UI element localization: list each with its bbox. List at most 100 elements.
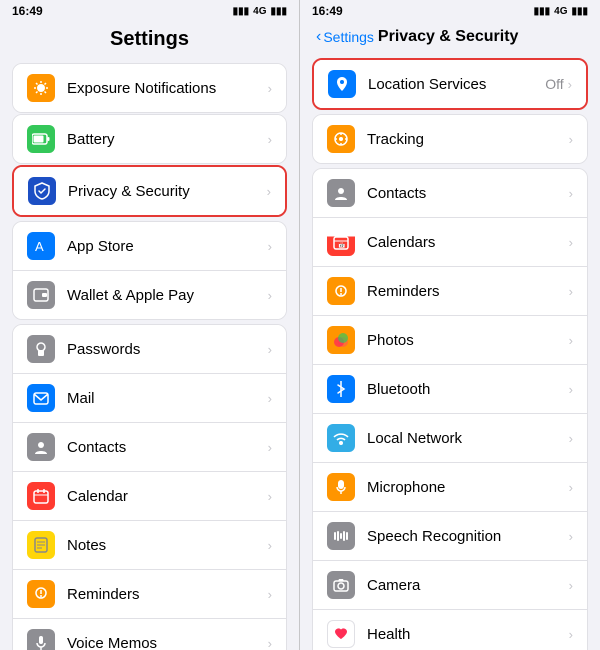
back-button[interactable]: ‹ Settings <box>316 28 374 46</box>
speech-icon <box>327 522 355 550</box>
health-chevron: › <box>569 627 573 642</box>
notes-chevron: › <box>268 538 272 553</box>
list-item-privacy[interactable]: Privacy & Security › <box>14 167 285 215</box>
location-icon <box>328 70 356 98</box>
list-item-contacts[interactable]: Contacts › <box>13 423 286 472</box>
reminders-r-chevron: › <box>569 284 573 299</box>
notes-label: Notes <box>67 537 268 554</box>
appstore-icon: A <box>27 232 55 260</box>
battery-label: Battery <box>67 131 268 148</box>
list-item-calendars[interactable]: 📅 Calendars › <box>313 218 587 267</box>
passwords-label: Passwords <box>67 341 268 358</box>
location-value: Off <box>545 76 563 92</box>
list-item-calendar[interactable]: Calendar › <box>13 472 286 521</box>
list-item-contacts-r[interactable]: Contacts › <box>313 169 587 218</box>
speech-label: Speech Recognition <box>367 528 569 545</box>
camera-icon <box>327 571 355 599</box>
list-item-reminders-r[interactable]: Reminders › <box>313 267 587 316</box>
calendars-icon: 📅 <box>327 228 355 256</box>
list-item-voicememos[interactable]: Voice Memos › <box>13 619 286 650</box>
list-item-localnetwork[interactable]: Local Network › <box>313 414 587 463</box>
exposure-icon <box>27 74 55 102</box>
passwords-chevron: › <box>268 342 272 357</box>
back-label: Settings <box>323 29 374 45</box>
localnetwork-icon <box>327 424 355 452</box>
mail-chevron: › <box>268 391 272 406</box>
list-item-exposure[interactable]: Exposure Notifications › <box>13 64 286 112</box>
right-page-title: Privacy & Security <box>378 28 519 46</box>
right-header: ‹ Settings Privacy & Security <box>300 22 600 54</box>
privacy-label: Privacy & Security <box>68 183 267 200</box>
svg-text:A: A <box>35 239 44 254</box>
contacts-r-icon <box>327 179 355 207</box>
list-item-appstore[interactable]: A App Store › <box>13 222 286 271</box>
right-battery-icon: ▮▮▮ <box>571 6 588 17</box>
battery-chevron: › <box>268 132 272 147</box>
list-item-passwords[interactable]: Passwords › <box>13 325 286 374</box>
photos-label: Photos <box>367 332 569 349</box>
network-icon: 4G <box>253 6 266 17</box>
right-scroll[interactable]: Location Services Off › Tracking › <box>300 54 600 650</box>
exposure-chevron: › <box>268 81 272 96</box>
bluetooth-r-label: Bluetooth <box>367 381 569 398</box>
list-item-microphone[interactable]: Microphone › <box>313 463 587 512</box>
camera-chevron: › <box>569 578 573 593</box>
location-label: Location Services <box>368 76 545 93</box>
privacy-icon <box>28 177 56 205</box>
reminders-r-label: Reminders <box>367 283 569 300</box>
wallet-icon <box>27 281 55 309</box>
right-time: 16:49 <box>312 4 343 18</box>
right-network-icon: 4G <box>554 6 567 17</box>
appstore-label: App Store <box>67 238 268 255</box>
calendar-label: Calendar <box>67 488 268 505</box>
left-scroll[interactable]: Exposure Notifications › Battery › <box>0 59 299 650</box>
camera-label: Camera <box>367 577 569 594</box>
calendar-chevron: › <box>268 489 272 504</box>
contacts-r-label: Contacts <box>367 185 569 202</box>
svg-text:📅: 📅 <box>338 241 345 249</box>
microphone-chevron: › <box>569 480 573 495</box>
list-item-location[interactable]: Location Services Off › <box>314 60 586 108</box>
list-item-bluetooth-r[interactable]: Bluetooth › <box>313 365 587 414</box>
voicememos-icon <box>27 629 55 650</box>
list-item-notes[interactable]: Notes › <box>13 521 286 570</box>
tracking-icon <box>327 125 355 153</box>
appstore-chevron: › <box>268 239 272 254</box>
voicememos-chevron: › <box>268 636 272 650</box>
voicememos-label: Voice Memos <box>67 635 268 650</box>
left-time: 16:49 <box>12 4 43 18</box>
right-signal-icon: ▮▮▮ <box>534 6 551 17</box>
reminders-r-icon <box>327 277 355 305</box>
signal-icon: ▮▮▮ <box>233 6 250 17</box>
health-icon <box>327 620 355 648</box>
bluetooth-r-icon <box>327 375 355 403</box>
list-item-reminders[interactable]: Reminders › <box>13 570 286 619</box>
list-item-mail[interactable]: Mail › <box>13 374 286 423</box>
microphone-icon <box>327 473 355 501</box>
right-status-icons: ▮▮▮ 4G ▮▮▮ <box>534 6 588 17</box>
mail-label: Mail <box>67 390 268 407</box>
calendars-label: Calendars <box>367 234 569 251</box>
left-panel: 16:49 ▮▮▮ 4G ▮▮▮ Settings Exposure Notif… <box>0 0 300 650</box>
contacts-r-chevron: › <box>569 186 573 201</box>
right-status-bar: 16:49 ▮▮▮ 4G ▮▮▮ <box>300 0 600 22</box>
battery-icon: ▮▮▮ <box>270 6 287 17</box>
list-item-photos[interactable]: Photos › <box>313 316 587 365</box>
list-item-wallet[interactable]: Wallet & Apple Pay › <box>13 271 286 319</box>
battery-icon-item <box>27 125 55 153</box>
list-item-health[interactable]: Health › <box>313 610 587 650</box>
reminders-label: Reminders <box>67 586 268 603</box>
photos-icon <box>327 326 355 354</box>
passwords-icon <box>27 335 55 363</box>
calendar-icon <box>27 482 55 510</box>
tracking-chevron: › <box>569 132 573 147</box>
list-item-camera[interactable]: Camera › <box>313 561 587 610</box>
list-item-battery[interactable]: Battery › <box>13 115 286 163</box>
bluetooth-r-chevron: › <box>569 382 573 397</box>
right-panel: 16:49 ▮▮▮ 4G ▮▮▮ ‹ Settings Privacy & Se… <box>300 0 600 650</box>
contacts-icon <box>27 433 55 461</box>
tracking-label: Tracking <box>367 131 569 148</box>
list-item-tracking[interactable]: Tracking › <box>313 115 587 163</box>
list-item-speech[interactable]: Speech Recognition › <box>313 512 587 561</box>
back-chevron-icon: ‹ <box>316 28 321 46</box>
